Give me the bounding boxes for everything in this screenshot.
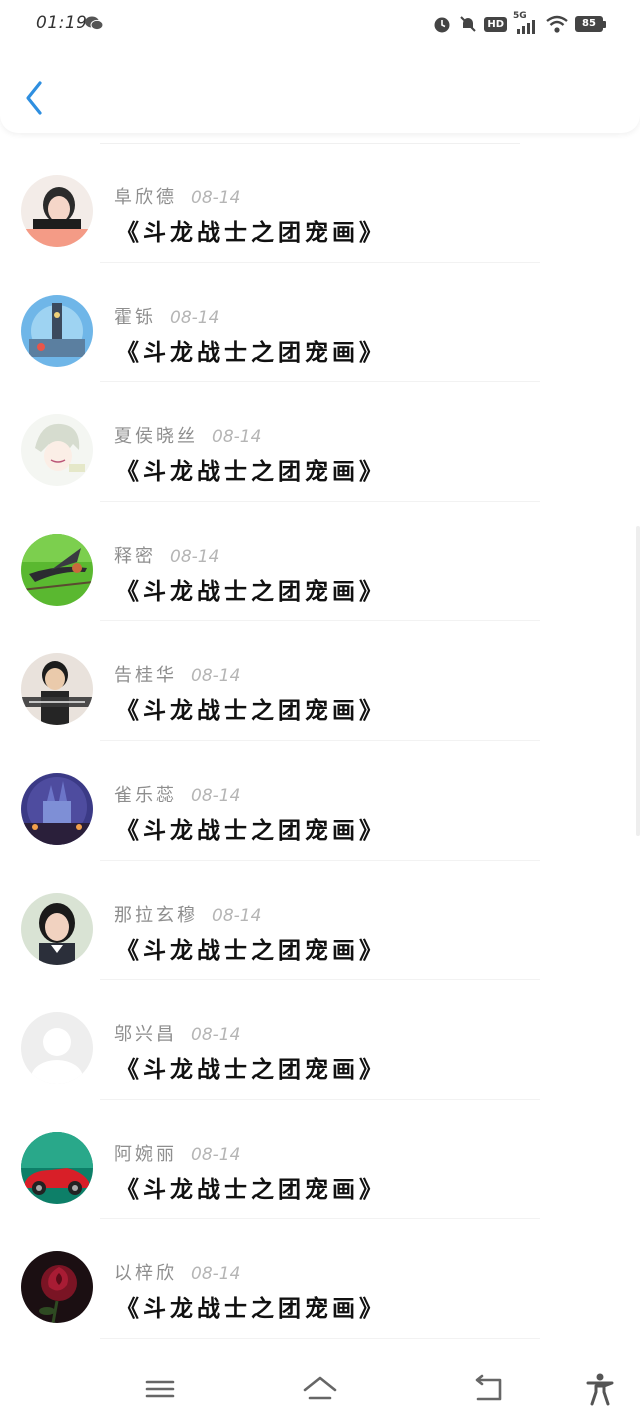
home-icon[interactable] — [300, 1372, 340, 1406]
comment-title[interactable]: 《斗龙战士之团宠画》 — [116, 1050, 386, 1084]
user-name[interactable]: 阜欣德 — [114, 187, 177, 208]
comment-title[interactable]: 《斗龙战士之团宠画》 — [116, 333, 386, 367]
comment-date: 08-14 — [191, 188, 241, 208]
swallow-bird-avatar — [21, 533, 93, 606]
comment-date: 08-14 — [170, 546, 220, 567]
comment-item[interactable]: 阿婉丽 08-14 《斗龙战士之团宠画》 — [0, 1100, 640, 1220]
user-name[interactable]: 邬兴昌 — [114, 1024, 177, 1045]
wechat-icon — [85, 16, 104, 31]
scrollbar[interactable] — [636, 526, 640, 836]
comment-meta: 那拉玄穆 08-14 — [114, 901, 261, 927]
user-name[interactable]: 以梓欣 — [114, 1263, 177, 1284]
clocktower-avatar — [21, 294, 93, 367]
comment-meta: 阿婉丽 08-14 — [114, 1140, 240, 1166]
avatar[interactable] — [21, 533, 93, 606]
avatar[interactable] — [21, 1012, 93, 1085]
comment-title[interactable]: 《斗龙战士之团宠画》 — [116, 691, 386, 725]
signal-icon — [517, 20, 535, 34]
comment-date: 08-14 — [170, 307, 220, 328]
girl-portrait-avatar — [21, 892, 93, 965]
avatar[interactable] — [21, 1131, 93, 1204]
comment-date: 08-14 — [191, 1025, 241, 1046]
comment-item[interactable]: 阜欣德 08-14 《斗龙战士之团宠画》 — [0, 143, 640, 263]
avatar[interactable] — [21, 653, 93, 726]
back-icon[interactable] — [468, 1372, 508, 1406]
mute-bell-icon — [460, 16, 477, 32]
user-name[interactable]: 霍铄 — [114, 307, 156, 328]
comment-item[interactable]: 雀乐蕊 08-14 《斗龙战士之团宠画》 — [0, 741, 640, 861]
wifi-icon — [546, 15, 568, 33]
comment-meta: 邬兴昌 08-14 — [114, 1020, 240, 1046]
comment-meta: 夏侯晓丝 08-14 — [114, 422, 261, 448]
comment-item[interactable]: 告桂华 08-14 《斗龙战士之团宠画》 — [0, 621, 640, 741]
status-bar: 01:19 HD 5G 85 — [0, 0, 640, 48]
avatar[interactable] — [21, 294, 93, 367]
comment-meta: 霍铄 08-14 — [114, 303, 219, 329]
comment-title[interactable]: 《斗龙战士之团宠画》 — [116, 213, 386, 247]
avatar[interactable] — [21, 175, 93, 247]
comment-item[interactable]: 夏侯晓丝 08-14 《斗龙战士之团宠画》 — [0, 382, 640, 502]
comment-date: 08-14 — [212, 427, 262, 448]
accessibility-icon[interactable] — [580, 1372, 620, 1406]
comment-item[interactable]: 以梓欣 08-14 《斗龙战士之团宠画》 — [0, 1219, 640, 1339]
navigation-bar — [0, 1360, 640, 1427]
comment-meta: 释密 08-14 — [114, 542, 219, 568]
network-type: 5G — [513, 11, 539, 35]
battery-icon: 85 — [575, 16, 606, 32]
anime-boy-avatar — [21, 414, 93, 487]
user-name[interactable]: 释密 — [114, 546, 156, 567]
castle-night-avatar — [21, 773, 93, 845]
comment-date: 08-14 — [191, 1264, 241, 1285]
comment-title[interactable]: 《斗龙战士之团宠画》 — [116, 1170, 386, 1204]
comment-date: 08-14 — [191, 786, 241, 806]
default-person-avatar — [21, 1012, 93, 1085]
comment-title[interactable]: 《斗龙战士之团宠画》 — [116, 1289, 386, 1323]
status-icons: HD 5G 85 — [432, 11, 606, 36]
status-time: 01:19 — [36, 13, 88, 33]
divider — [100, 1337, 540, 1339]
comment-meta: 告桂华 08-14 — [114, 661, 240, 687]
avatar[interactable] — [21, 773, 93, 845]
user-name[interactable]: 那拉玄穆 — [114, 905, 198, 926]
back-button[interactable] — [20, 78, 50, 118]
comment-meta: 雀乐蕊 08-14 — [114, 781, 240, 807]
user-name[interactable]: 夏侯晓丝 — [114, 426, 198, 447]
comment-title[interactable]: 《斗龙战士之团宠画》 — [116, 452, 386, 486]
comment-title[interactable]: 《斗龙战士之团宠画》 — [116, 811, 386, 845]
rose-avatar — [21, 1251, 93, 1324]
comment-title[interactable]: 《斗龙战士之团宠画》 — [116, 931, 386, 965]
comment-title[interactable]: 《斗龙战士之团宠画》 — [116, 572, 386, 606]
comment-item[interactable]: 释密 08-14 《斗龙战士之团宠画》 — [0, 502, 640, 622]
comment-item[interactable]: 邬兴昌 08-14 《斗龙战士之团宠画》 — [0, 980, 640, 1100]
comment-meta: 阜欣德 08-14 — [114, 183, 240, 209]
user-name[interactable]: 阿婉丽 — [114, 1144, 177, 1165]
avatar[interactable] — [21, 892, 93, 965]
comment-date: 08-14 — [191, 666, 241, 687]
comment-date: 08-14 — [212, 905, 262, 926]
menu-icon[interactable] — [140, 1372, 180, 1406]
red-car-avatar — [21, 1131, 93, 1204]
user-name[interactable]: 雀乐蕊 — [114, 785, 177, 806]
comment-item[interactable]: 霍铄 08-14 《斗龙战士之团宠画》 — [0, 263, 640, 383]
avatar[interactable] — [21, 1251, 93, 1324]
user-name[interactable]: 告桂华 — [114, 665, 177, 686]
comment-meta: 以梓欣 08-14 — [114, 1259, 240, 1285]
girl-photo-avatar — [21, 175, 93, 247]
boy-photo-avatar — [21, 653, 93, 726]
alarm-icon — [434, 17, 450, 33]
comment-date: 08-14 — [191, 1144, 241, 1165]
avatar[interactable] — [21, 414, 93, 487]
hd-badge: HD — [484, 16, 507, 32]
comment-item[interactable]: 那拉玄穆 08-14 《斗龙战士之团宠画》 — [0, 861, 640, 981]
